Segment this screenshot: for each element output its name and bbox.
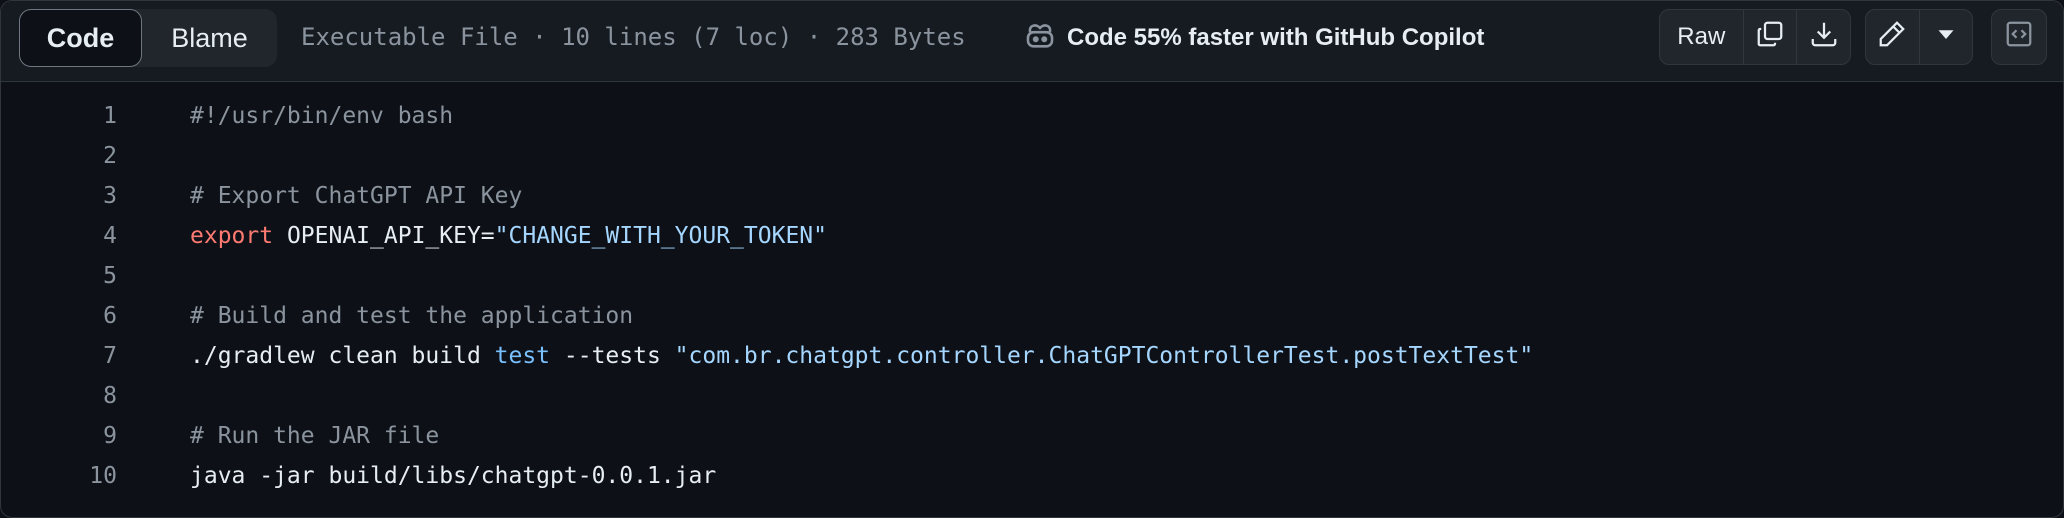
edit-button[interactable]: [1866, 10, 1919, 64]
code-line: 10 java -jar build/libs/chatgpt-0.0.1.jar: [1, 456, 2063, 496]
code-token: ./gradlew clean build: [190, 343, 495, 369]
copilot-promo[interactable]: Code 55% faster with GitHub Copilot: [1023, 19, 1484, 57]
file-header: Code Blame Executable File · 10 lines (7…: [1, 1, 2063, 82]
line-number[interactable]: 2: [1, 143, 117, 169]
edit-actions: [1865, 9, 1973, 65]
code-line: 2: [1, 136, 2063, 176]
symbols-panel-button[interactable]: [1992, 10, 2046, 64]
copy-button[interactable]: [1742, 10, 1797, 64]
code-token: # Run the JAR file: [190, 423, 440, 449]
code-token: test: [494, 343, 551, 369]
code-line: 7 ./gradlew clean build test --tests "com…: [1, 336, 2063, 376]
line-number[interactable]: 6: [1, 303, 117, 329]
symbols-actions: [1991, 9, 2047, 65]
code-token: # Build and test the application: [190, 303, 634, 329]
line-source: # Run the JAR file: [190, 423, 439, 449]
code-line: 6 # Build and test the application: [1, 296, 2063, 336]
raw-button[interactable]: Raw: [1660, 10, 1743, 64]
code-token: "CHANGE_WITH_YOUR_TOKEN": [494, 223, 827, 249]
code-line: 9 # Run the JAR file: [1, 416, 2063, 456]
code-token: #!/usr/bin/env bash: [190, 103, 454, 129]
code-line: 8: [1, 376, 2063, 416]
line-source: java -jar build/libs/chatgpt-0.0.1.jar: [190, 463, 716, 489]
line-number[interactable]: 9: [1, 423, 117, 449]
code-line: 3 # Export ChatGPT API Key: [1, 176, 2063, 216]
line-source: # Export ChatGPT API Key: [190, 183, 522, 209]
code-listing: 1 #!/usr/bin/env bash 2 3 # Export ChatGPT A…: [1, 83, 2063, 496]
copilot-text: Code 55% faster with GitHub Copilot: [1067, 24, 1485, 51]
code-square-icon: [2004, 19, 2034, 56]
copy-icon: [1755, 19, 1785, 56]
triangle-down-icon: [1931, 19, 1961, 56]
code-token: "com.br.chatgpt.controller.ChatGPTContro…: [674, 343, 1534, 369]
line-source: ./gradlew clean build test --tests "com.…: [190, 343, 1533, 369]
copilot-icon: [1023, 18, 1057, 59]
line-number[interactable]: 10: [1, 463, 117, 489]
code-token: # Export ChatGPT API Key: [190, 183, 523, 209]
download-button[interactable]: [1796, 10, 1850, 64]
code-line: 5: [1, 256, 2063, 296]
line-number[interactable]: 4: [1, 223, 117, 249]
line-source: #!/usr/bin/env bash: [190, 103, 453, 129]
pencil-icon: [1877, 19, 1907, 56]
tab-code[interactable]: Code: [19, 9, 142, 67]
line-number[interactable]: 3: [1, 183, 117, 209]
file-viewer: Code Blame Executable File · 10 lines (7…: [0, 0, 2064, 518]
download-icon: [1809, 19, 1839, 56]
view-toggle: Code Blame: [19, 9, 277, 67]
code-token: export: [190, 223, 274, 249]
line-number[interactable]: 7: [1, 343, 117, 369]
raw-actions: Raw: [1659, 9, 1851, 65]
file-info: Executable File · 10 lines (7 loc) · 283…: [301, 23, 966, 51]
code-line: 1 #!/usr/bin/env bash: [1, 96, 2063, 136]
tab-blame[interactable]: Blame: [142, 9, 277, 67]
edit-dropdown-button[interactable]: [1918, 10, 1972, 64]
line-number[interactable]: 8: [1, 383, 117, 409]
line-number[interactable]: 5: [1, 263, 117, 289]
line-number[interactable]: 1: [1, 103, 117, 129]
code-token: OPENAI_API_KEY=: [273, 223, 495, 249]
code-token: --tests: [550, 343, 675, 369]
line-source: # Build and test the application: [190, 303, 633, 329]
code-line: 4 export OPENAI_API_KEY="CHANGE_WITH_YOUR…: [1, 216, 2063, 256]
line-source: export OPENAI_API_KEY="CHANGE_WITH_YOUR_…: [190, 223, 827, 249]
code-token: java -jar build/libs/chatgpt-0.0.1.jar: [190, 463, 717, 489]
